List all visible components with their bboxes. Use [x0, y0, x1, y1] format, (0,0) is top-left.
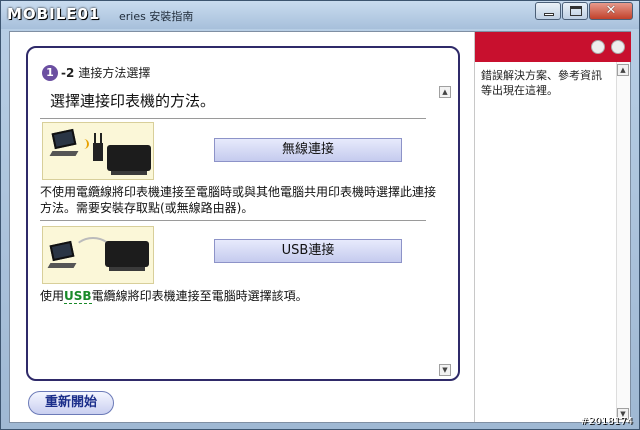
main-area: 1 -2 連接方法選擇 選擇連接印表機的方法。 無線連接 不使用電纜線將印表機連… [10, 32, 474, 422]
minimize-icon [544, 13, 554, 16]
printer-icon [105, 241, 149, 267]
sidebar-scrollbar[interactable]: ▲ ▼ [616, 62, 630, 422]
title-bar[interactable]: MOBILE01 eries 安裝指南 ✕ [1, 1, 639, 29]
wireless-connection-icon [42, 122, 154, 180]
usb-connection-button[interactable]: USB連接 [214, 239, 402, 263]
step-number-badge: 1 [42, 64, 58, 81]
router-antenna [100, 133, 102, 143]
usb-term-link[interactable]: USB [64, 289, 92, 304]
step-indicator: 1 -2 連接方法選擇 [42, 64, 150, 81]
printer-tray [109, 267, 145, 271]
page-heading: 選擇連接印表機的方法。 [50, 92, 216, 110]
connection-panel: 1 -2 連接方法選擇 選擇連接印表機的方法。 無線連接 不使用電纜線將印表機連… [26, 46, 460, 381]
maximize-icon [570, 6, 582, 16]
wireless-description: 不使用電纜線將印表機連接至電腦時或與其他電腦共用印表機時選擇此連接方法。需要安裝… [40, 185, 437, 215]
router-icon [93, 143, 103, 161]
minimize-button[interactable] [535, 2, 561, 20]
usb-description-prefix: 使用 [40, 289, 65, 303]
divider [40, 118, 426, 119]
help-text: 錯誤解決方案、參考資訊等出現在這裡。 [481, 69, 602, 97]
help-sidebar-header [475, 32, 631, 62]
laptop-base [49, 151, 79, 156]
installer-window: MOBILE01 eries 安裝指南 ✕ 1 -2 連接方法選擇 選擇連接印表… [0, 0, 640, 430]
step-label: 連接方法選擇 [78, 66, 151, 80]
restart-button[interactable]: 重新開始 [28, 391, 114, 415]
help-sidebar: 錯誤解決方案、參考資訊等出現在這裡。 ▲ ▼ [474, 32, 631, 422]
sidebar-circle-icon[interactable] [611, 40, 625, 54]
printer-tray [111, 171, 147, 175]
laptop-icon [51, 128, 77, 150]
usb-description: 使用USB電纜線將印表機連接至電腦時選擇該項。 [40, 288, 445, 304]
wireless-connection-button[interactable]: 無線連接 [214, 138, 402, 162]
wireless-wave-icon [81, 139, 89, 149]
usb-connection-icon [42, 226, 154, 284]
client-area: 1 -2 連接方法選擇 選擇連接印表機的方法。 無線連接 不使用電纜線將印表機連… [9, 31, 631, 423]
close-icon: ✕ [605, 3, 617, 18]
step-sub-number: -2 [61, 65, 75, 80]
panel-scrollbar[interactable]: ▲ ▼ [438, 86, 452, 376]
laptop-base [47, 263, 77, 268]
window-title: eries 安裝指南 [119, 10, 194, 23]
close-button[interactable]: ✕ [589, 2, 633, 20]
router-antenna [94, 133, 96, 143]
window-controls: ✕ [534, 2, 633, 20]
scroll-down-icon[interactable]: ▼ [439, 364, 451, 376]
scroll-up-icon[interactable]: ▲ [617, 64, 629, 76]
laptop-icon [49, 240, 75, 262]
printer-icon [107, 145, 151, 171]
maximize-button[interactable] [562, 2, 588, 20]
divider [40, 220, 426, 221]
sidebar-circle-icon[interactable] [591, 40, 605, 54]
scroll-up-icon[interactable]: ▲ [439, 86, 451, 98]
usb-description-suffix: 電纜線將印表機連接至電腦時選擇該項。 [91, 289, 308, 303]
watermark: #2018174 [580, 416, 633, 427]
mobile01-logo: MOBILE01 [7, 5, 101, 23]
